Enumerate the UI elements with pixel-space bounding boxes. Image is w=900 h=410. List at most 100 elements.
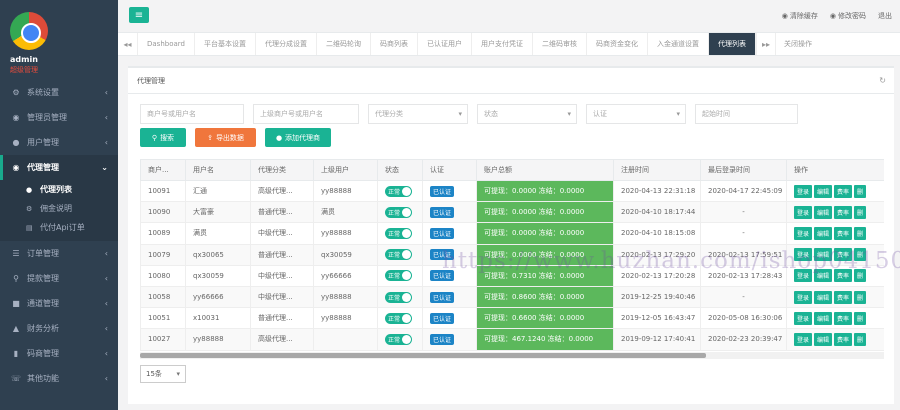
tab-0[interactable]: Dashboard bbox=[138, 33, 195, 55]
column-header: 用户名 bbox=[185, 159, 251, 181]
sidebar-item-6[interactable]: ■ 通道管理 ‹ bbox=[0, 291, 118, 316]
status-toggle[interactable]: 正常 bbox=[385, 291, 412, 303]
sidebar-item-2[interactable]: ● 用户管理 ‹ bbox=[0, 130, 118, 155]
change-password-link[interactable]: ◉ 修改密码 bbox=[830, 11, 866, 21]
auth-select[interactable]: 认证 bbox=[586, 104, 686, 124]
status-select[interactable]: 状态 bbox=[477, 104, 577, 124]
export-button[interactable]: ⇪ 导出数据 bbox=[195, 128, 256, 147]
sidebar-item-9[interactable]: ☏ 其他功能 ‹ bbox=[0, 366, 118, 391]
panel-header: 代理管理 ↻ bbox=[128, 68, 894, 94]
login-as-button[interactable]: 登录 bbox=[794, 248, 813, 262]
delete-button[interactable]: 删 bbox=[854, 311, 867, 325]
avatar[interactable] bbox=[10, 12, 48, 50]
menu-toggle-button[interactable]: ≡ bbox=[129, 7, 149, 23]
sidebar-item-7[interactable]: ▲ 财务分析 ‹ bbox=[0, 316, 118, 341]
tab-scroll-right-button[interactable]: ▸▸ bbox=[755, 33, 776, 55]
delete-button[interactable]: 删 bbox=[854, 205, 867, 219]
delete-button[interactable]: 删 bbox=[854, 269, 867, 283]
status-toggle[interactable]: 正常 bbox=[385, 206, 412, 218]
edit-button[interactable]: 编辑 bbox=[814, 332, 833, 346]
sidebar-item-8[interactable]: ▮ 码商管理 ‹ bbox=[0, 341, 118, 366]
delete-button[interactable]: 删 bbox=[854, 290, 867, 304]
rate-button[interactable]: 费率 bbox=[834, 269, 853, 283]
edit-button[interactable]: 编辑 bbox=[814, 311, 833, 325]
edit-button[interactable]: 编辑 bbox=[814, 290, 833, 304]
login-as-button[interactable]: 登录 bbox=[794, 290, 813, 304]
edit-button[interactable]: 编辑 bbox=[814, 184, 833, 198]
page-size-select[interactable]: 15条 bbox=[140, 365, 186, 383]
parent-user-cell: yy88888 bbox=[313, 307, 378, 330]
login-as-button[interactable]: 登录 bbox=[794, 332, 813, 346]
delete-button[interactable]: 删 bbox=[854, 226, 867, 240]
topbar: ≡ ◉ 清除缓存 ◉ 修改密码 退出 bbox=[118, 0, 900, 33]
status-toggle[interactable]: 正常 bbox=[385, 249, 412, 261]
status-toggle[interactable]: 正常 bbox=[385, 227, 412, 239]
tab-4[interactable]: 码商列表 bbox=[371, 33, 418, 55]
category-select[interactable]: 代理分类 bbox=[368, 104, 468, 124]
delete-button[interactable]: 删 bbox=[854, 332, 867, 346]
parent-user-cell bbox=[313, 328, 378, 351]
tab-9[interactable]: 入金通道设置 bbox=[648, 33, 709, 55]
delete-button[interactable]: 删 bbox=[854, 248, 867, 262]
parent-merchant-input[interactable]: 上级商户号或用户名 bbox=[253, 104, 359, 124]
close-tabs-dropdown[interactable]: 关闭操作 bbox=[776, 33, 820, 55]
tab-1[interactable]: 平台基本设置 bbox=[195, 33, 256, 55]
profile-role[interactable]: 超级管理 bbox=[10, 65, 108, 75]
rate-button[interactable]: 费率 bbox=[834, 226, 853, 240]
sidebar-item-0[interactable]: ⚙ 系统设置 ‹ bbox=[0, 80, 118, 105]
login-as-button[interactable]: 登录 bbox=[794, 205, 813, 219]
merchant-id-cell: 10090 bbox=[140, 201, 186, 224]
scrollbar-thumb[interactable] bbox=[140, 353, 706, 358]
login-as-button[interactable]: 登录 bbox=[794, 226, 813, 240]
tab-10[interactable]: 代理列表 bbox=[708, 33, 756, 55]
add-agent-button[interactable]: ● 添加代理商 bbox=[265, 128, 331, 147]
username-cell: 汇通 bbox=[185, 179, 251, 203]
status-toggle[interactable]: 正常 bbox=[385, 185, 412, 197]
tab-8[interactable]: 码商资金变化 bbox=[587, 33, 648, 55]
sidebar-item-3[interactable]: ◉ 代理管理 ⌄ bbox=[0, 155, 118, 180]
sidebar-subitem-0[interactable]: ● 代理列表 bbox=[0, 180, 118, 199]
sidebar-subitem-1[interactable]: ⚙ 佣金说明 bbox=[0, 199, 118, 218]
merchant-input[interactable]: 商户号或用户名 bbox=[140, 104, 244, 124]
edit-button[interactable]: 编辑 bbox=[814, 269, 833, 283]
start-time-input[interactable]: 起始时间 bbox=[695, 104, 798, 124]
rate-button[interactable]: 费率 bbox=[834, 184, 853, 198]
sidebar-item-5[interactable]: ⚲ 提款管理 ‹ bbox=[0, 266, 118, 291]
logout-link[interactable]: 退出 bbox=[878, 11, 892, 21]
sidebar-subitem-2[interactable]: ▤ 代付Api订单 bbox=[0, 218, 118, 237]
status-toggle[interactable]: 正常 bbox=[385, 312, 412, 324]
login-as-button[interactable]: 登录 bbox=[794, 269, 813, 283]
tab-6[interactable]: 用户支付凭证 bbox=[472, 33, 533, 55]
edit-button[interactable]: 编辑 bbox=[814, 248, 833, 262]
rate-button[interactable]: 费率 bbox=[834, 332, 853, 346]
sidebar-nav: ⚙ 系统设置 ‹ ◉ 管理员管理 ‹ ● 用户管理 ‹ ◉ 代理管理 ⌄ ● 代理列表 ⚙ 佣金说明 ▤ 代付Ap… bbox=[0, 80, 118, 391]
edit-button[interactable]: 编辑 bbox=[814, 226, 833, 240]
rate-button[interactable]: 费率 bbox=[834, 205, 853, 219]
edit-button[interactable]: 编辑 bbox=[814, 205, 833, 219]
status-toggle[interactable]: 正常 bbox=[385, 270, 412, 282]
profile-name: admin bbox=[10, 55, 38, 64]
tab-scroll-left-button[interactable]: ◂◂ bbox=[118, 33, 138, 55]
sidebar-item-1[interactable]: ◉ 管理员管理 ‹ bbox=[0, 105, 118, 130]
horizontal-scrollbar[interactable] bbox=[140, 352, 884, 359]
login-as-button[interactable]: 登录 bbox=[794, 184, 813, 198]
tab-2[interactable]: 代理分成设置 bbox=[256, 33, 317, 55]
rate-button[interactable]: 费率 bbox=[834, 311, 853, 325]
rate-button[interactable]: 费率 bbox=[834, 248, 853, 262]
refresh-icon[interactable]: ↻ bbox=[879, 76, 886, 85]
username-cell: qx30065 bbox=[185, 243, 251, 266]
tab-5[interactable]: 已认证用户 bbox=[418, 33, 472, 55]
table-row: 10089 满贯 中级代理... yy88888 正常 已认证 可提现：0.0000 冻结：… bbox=[140, 222, 884, 245]
delete-button[interactable]: 删 bbox=[854, 184, 867, 198]
search-button[interactable]: ⚲ 搜索 bbox=[140, 128, 186, 147]
table-row: 10090 大富豪 普通代理... 满贯 正常 已认证 可提现：0.0000 冻结：0.00… bbox=[140, 201, 884, 224]
login-as-button[interactable]: 登录 bbox=[794, 311, 813, 325]
status-toggle[interactable]: 正常 bbox=[385, 333, 412, 345]
rate-button[interactable]: 费率 bbox=[834, 290, 853, 304]
sidebar-item-4[interactable]: ☰ 订单管理 ‹ bbox=[0, 241, 118, 266]
clear-cache-link[interactable]: ◉ 清除缓存 bbox=[782, 11, 818, 21]
table-row: 10091 汇通 高级代理... yy88888 正常 已认证 可提现：0.0000 冻结：… bbox=[140, 179, 884, 203]
tab-3[interactable]: 二维码轮询 bbox=[317, 33, 371, 55]
tab-7[interactable]: 二维码审核 bbox=[533, 33, 587, 55]
column-header[interactable]: 商户... bbox=[140, 159, 186, 181]
